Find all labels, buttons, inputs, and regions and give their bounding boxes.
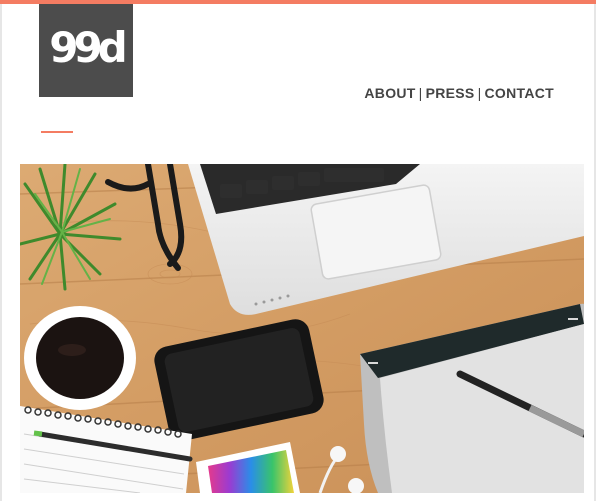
logo[interactable]: 99d	[39, 4, 133, 97]
accent-divider	[41, 131, 73, 133]
nav-separator: |	[418, 85, 423, 101]
nav-separator: |	[477, 85, 482, 101]
logo-text: 99d	[49, 22, 127, 72]
nav-contact-link[interactable]: CONTACT	[485, 85, 555, 101]
nav-about-link[interactable]: ABOUT	[364, 85, 415, 101]
desk-workspace-photo	[20, 164, 584, 493]
coffee-cup-icon	[24, 306, 136, 410]
hero-image	[20, 164, 584, 493]
main-nav: ABOUT | PRESS | CONTACT	[364, 85, 554, 101]
nav-press-link[interactable]: PRESS	[426, 85, 475, 101]
